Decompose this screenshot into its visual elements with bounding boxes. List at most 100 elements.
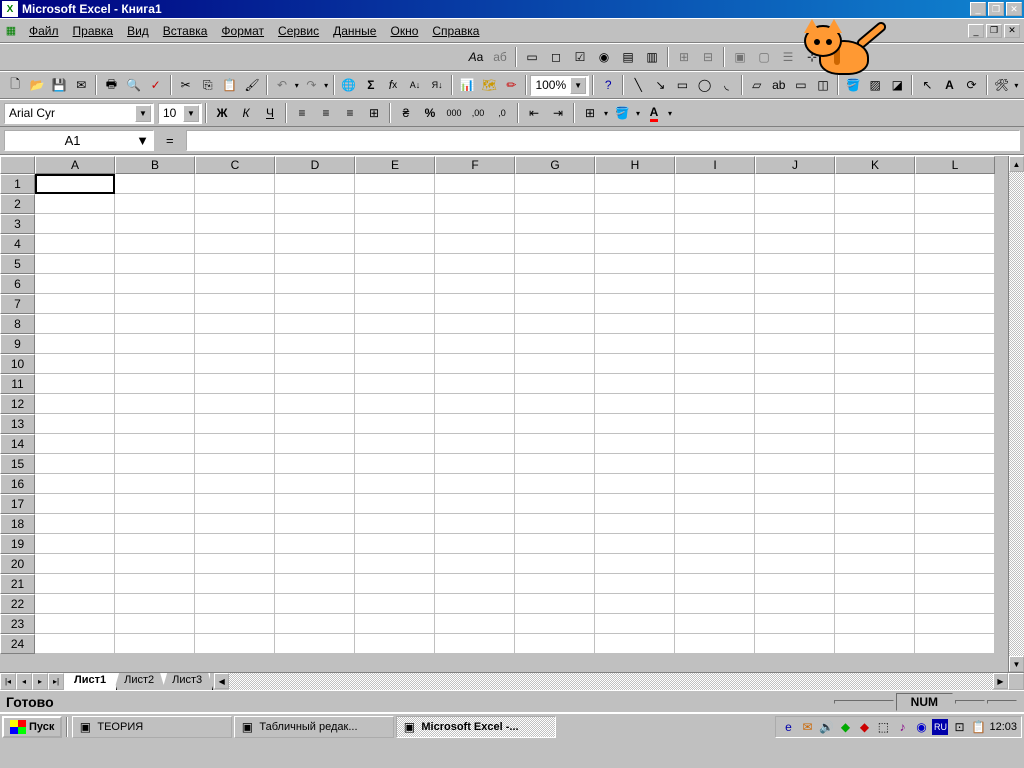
cell[interactable] — [435, 534, 515, 554]
function-icon[interactable]: fx — [383, 74, 403, 96]
cell[interactable] — [355, 554, 435, 574]
cell[interactable] — [755, 414, 835, 434]
cell[interactable] — [515, 594, 595, 614]
cell[interactable] — [275, 374, 355, 394]
cell[interactable] — [755, 254, 835, 274]
cell[interactable] — [435, 394, 515, 414]
cell[interactable] — [195, 474, 275, 494]
cell[interactable] — [835, 494, 915, 514]
cell[interactable] — [435, 614, 515, 634]
cell[interactable] — [435, 314, 515, 334]
cell[interactable] — [35, 274, 115, 294]
cell[interactable] — [675, 514, 755, 534]
tools-dropdown[interactable]: ▾ — [1013, 81, 1020, 90]
row-header[interactable]: 9 — [0, 334, 35, 354]
cell[interactable] — [755, 614, 835, 634]
cell[interactable] — [435, 234, 515, 254]
cell[interactable] — [115, 274, 195, 294]
row-header[interactable]: 10 — [0, 354, 35, 374]
cell[interactable] — [115, 474, 195, 494]
cell[interactable] — [835, 394, 915, 414]
sheet-tab[interactable]: Лист3 — [162, 673, 213, 690]
cell[interactable] — [755, 374, 835, 394]
cell[interactable] — [35, 314, 115, 334]
font-color-icon[interactable]: A — [643, 102, 665, 124]
column-header[interactable]: H — [595, 156, 675, 174]
outlook-icon[interactable]: ✉ — [799, 719, 815, 735]
cell[interactable] — [195, 494, 275, 514]
checkbox-icon[interactable]: ☑ — [569, 46, 591, 68]
row-header[interactable]: 13 — [0, 414, 35, 434]
row-header[interactable]: 2 — [0, 194, 35, 214]
cell[interactable] — [675, 434, 755, 454]
select-objects-icon[interactable]: ↖ — [917, 74, 937, 96]
cell[interactable] — [835, 534, 915, 554]
print-icon[interactable]: 🖶 — [101, 74, 121, 96]
cell[interactable] — [755, 494, 835, 514]
cell[interactable] — [435, 374, 515, 394]
cell[interactable] — [195, 174, 275, 194]
ungroup-icon[interactable]: ⊟ — [697, 46, 719, 68]
cell[interactable] — [35, 634, 115, 654]
cell[interactable] — [195, 274, 275, 294]
underline-button[interactable]: Ч — [259, 102, 281, 124]
cell[interactable] — [675, 374, 755, 394]
cell[interactable] — [355, 174, 435, 194]
menu-format[interactable]: Формат — [214, 21, 271, 41]
taskbar-item[interactable]: ▣Табличный редак... — [234, 716, 394, 738]
cell[interactable] — [595, 314, 675, 334]
cell[interactable] — [915, 634, 995, 654]
help-icon[interactable]: ? — [598, 74, 618, 96]
cell[interactable] — [35, 374, 115, 394]
cell[interactable] — [835, 474, 915, 494]
paste-icon[interactable]: 📋 — [220, 74, 240, 96]
cell[interactable] — [195, 554, 275, 574]
cell[interactable] — [115, 614, 195, 634]
cell[interactable] — [675, 334, 755, 354]
cell[interactable] — [435, 574, 515, 594]
cell[interactable] — [115, 214, 195, 234]
callout-icon[interactable]: ◻ — [545, 46, 567, 68]
cell[interactable] — [195, 414, 275, 434]
cell[interactable] — [835, 174, 915, 194]
cell[interactable] — [195, 594, 275, 614]
cell[interactable] — [115, 514, 195, 534]
cell[interactable] — [915, 434, 995, 454]
cell[interactable] — [675, 274, 755, 294]
menu-help[interactable]: Справка — [425, 21, 486, 41]
cell[interactable] — [275, 354, 355, 374]
scroll-left-icon[interactable]: ◀ — [214, 673, 229, 689]
cell[interactable] — [595, 434, 675, 454]
print-preview-icon[interactable]: 🔍 — [123, 74, 143, 96]
cell[interactable] — [835, 234, 915, 254]
cell[interactable] — [675, 174, 755, 194]
redo-dropdown[interactable]: ▾ — [322, 81, 329, 90]
cell[interactable] — [755, 194, 835, 214]
menu-data[interactable]: Данные — [326, 21, 383, 41]
oval-icon[interactable]: ◯ — [694, 74, 714, 96]
workbook-icon[interactable]: ▦ — [2, 22, 20, 40]
align-left-icon[interactable]: ≡ — [291, 102, 313, 124]
cell[interactable] — [835, 414, 915, 434]
formula-input[interactable] — [186, 130, 1020, 151]
cut-icon[interactable]: ✂ — [176, 74, 196, 96]
cell[interactable] — [115, 594, 195, 614]
tray-icon-6[interactable]: ⊡ — [951, 719, 967, 735]
row-header[interactable]: 5 — [0, 254, 35, 274]
last-sheet-button[interactable]: ▸| — [48, 673, 64, 690]
cell[interactable] — [355, 414, 435, 434]
column-header[interactable]: G — [515, 156, 595, 174]
cell[interactable] — [515, 614, 595, 634]
cell[interactable] — [355, 274, 435, 294]
cell[interactable] — [35, 354, 115, 374]
cell[interactable] — [115, 394, 195, 414]
hyperlink-icon[interactable]: 🌐 — [339, 74, 359, 96]
cell[interactable] — [675, 574, 755, 594]
cell[interactable] — [355, 574, 435, 594]
cell[interactable] — [755, 234, 835, 254]
cell[interactable] — [515, 534, 595, 554]
cell[interactable] — [435, 474, 515, 494]
bring-front-icon[interactable]: ▣ — [729, 46, 751, 68]
row-header[interactable]: 16 — [0, 474, 35, 494]
cell[interactable] — [355, 454, 435, 474]
